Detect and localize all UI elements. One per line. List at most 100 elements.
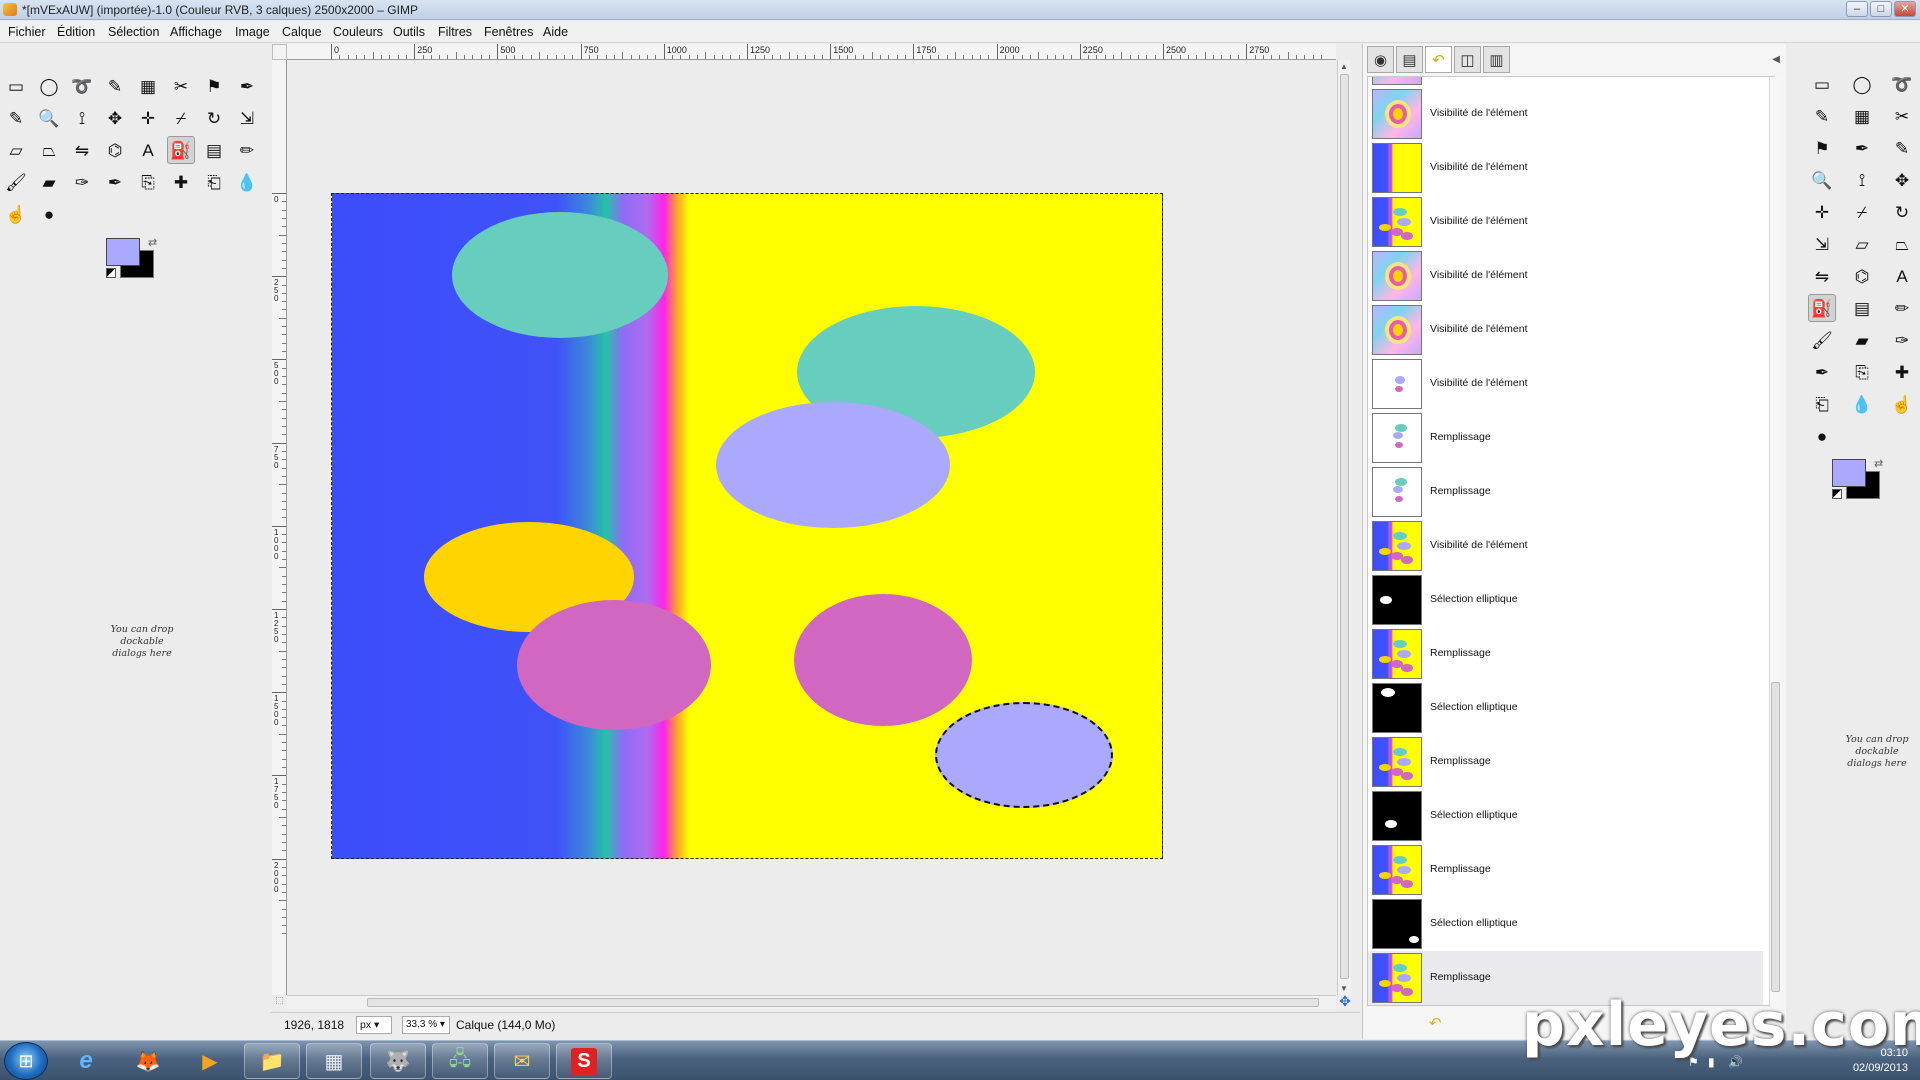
pink-ellipse-right[interactable] (794, 594, 972, 726)
rectangle-select-icon[interactable]: ▭ (1808, 70, 1836, 98)
pencil-icon[interactable]: ✏ (233, 136, 261, 164)
undo-scroll-thumb[interactable] (1771, 682, 1780, 992)
canvas-vertical-scrollbar[interactable]: ▲ ▼ (1337, 60, 1351, 995)
mail-app-icon[interactable]: ✉ (494, 1043, 550, 1079)
rotate-icon[interactable]: ↻ (200, 104, 228, 132)
foreground-select-icon[interactable]: ⚑ (1808, 134, 1836, 162)
undo-item[interactable]: Remplissage (1368, 411, 1763, 465)
undo-item[interactable]: Visibilité de l'élément (1368, 87, 1763, 141)
scale-icon[interactable]: ⇲ (1808, 230, 1836, 258)
perspective-icon[interactable]: ⏢ (1888, 230, 1916, 258)
minimize-button[interactable]: – (1846, 1, 1868, 17)
color-picker-icon[interactable]: ✎ (1888, 134, 1916, 162)
dodge-burn-icon[interactable]: ● (35, 200, 63, 228)
firefox-icon[interactable]: 🦊 (120, 1043, 176, 1079)
menu-item-2[interactable]: Sélection (108, 25, 159, 39)
zoom-selector[interactable]: 33,3 % ▾ (402, 1016, 450, 1034)
paths-tab-icon[interactable]: ▥ (1483, 46, 1510, 73)
cage-icon[interactable]: ⌬ (1848, 262, 1876, 290)
undo-item[interactable]: Remplissage (1368, 843, 1763, 897)
explorer-folder-icon[interactable]: 📁 (244, 1043, 300, 1079)
undo-history-list[interactable]: Visibilité de l'élément Visibilité de l'é… (1367, 76, 1775, 1006)
lavender-ellipse-selected[interactable] (935, 702, 1113, 808)
menu-item-5[interactable]: Calque (282, 25, 322, 39)
select-by-color-icon[interactable]: ▦ (1848, 102, 1876, 130)
zoom-icon[interactable]: 🔍 (35, 104, 63, 132)
media-player-icon[interactable]: ▶ (182, 1043, 238, 1079)
internet-explorer-icon[interactable]: e (58, 1043, 114, 1079)
swap-colors-icon[interactable]: ⇄ (148, 236, 157, 249)
undo-item[interactable]: Remplissage (1368, 735, 1763, 789)
network-app-icon[interactable]: 🖧 (432, 1043, 488, 1079)
right-default-colors-icon[interactable] (1832, 489, 1842, 499)
fuzzy-select-icon[interactable]: ✎ (101, 72, 129, 100)
menu-item-8[interactable]: Filtres (438, 25, 472, 39)
bucket-fill-icon[interactable]: ⛽ (1808, 294, 1836, 322)
scale-icon[interactable]: ⇲ (233, 104, 261, 132)
free-select-icon[interactable]: ➰ (68, 72, 96, 100)
menu-item-9[interactable]: Fenêtres (484, 25, 533, 39)
right-foreground-color-swatch[interactable] (1832, 459, 1866, 487)
vertical-scroll-thumb[interactable] (1340, 74, 1349, 979)
move-icon[interactable]: ✥ (101, 104, 129, 132)
menu-item-4[interactable]: Image (235, 25, 270, 39)
undo-icon[interactable]: ↶ (1429, 1014, 1442, 1032)
blur-icon[interactable]: 💧 (1848, 390, 1876, 418)
menu-item-10[interactable]: Aide (543, 25, 568, 39)
foreground-color-swatch[interactable] (106, 238, 140, 266)
paths-icon[interactable]: ✒ (233, 72, 261, 100)
unit-selector[interactable]: px ▾ (356, 1016, 392, 1034)
undo-item[interactable]: Remplissage (1368, 465, 1763, 519)
vertical-ruler[interactable]: 0 250 500 750 1000 1250 1500 1750 2000 (272, 60, 287, 995)
ink-icon[interactable]: ✒ (1808, 358, 1836, 386)
undo-item[interactable]: Visibilité de l'élément (1368, 519, 1763, 573)
teal-ellipse-top[interactable] (452, 212, 668, 338)
blend-icon[interactable]: ▤ (1848, 294, 1876, 322)
quick-mask-toggle-icon[interactable]: ⬚ (272, 995, 287, 1009)
canvas-area[interactable] (287, 60, 1336, 995)
horizontal-ruler[interactable]: 0 250 500 750 1000 1250 1500 1750 2000 2250 2500 27… (287, 44, 1336, 60)
free-select-icon[interactable]: ➰ (1888, 70, 1916, 98)
crop-icon[interactable]: ⌿ (167, 104, 195, 132)
fuzzy-select-icon[interactable]: ✎ (1808, 102, 1836, 130)
clone-icon[interactable]: ⎘ (134, 168, 162, 196)
flip-icon[interactable]: ⇋ (68, 136, 96, 164)
undo-item[interactable]: Sélection elliptique (1368, 897, 1763, 951)
blur-icon[interactable]: 💧 (233, 168, 261, 196)
scissors-select-icon[interactable]: ✂ (167, 72, 195, 100)
dodge-burn-icon[interactable]: ● (1808, 422, 1836, 450)
scissors-select-icon[interactable]: ✂ (1888, 102, 1916, 130)
undo-item[interactable]: Visibilité de l'élément (1368, 357, 1763, 411)
ellipse-select-icon[interactable]: ◯ (1848, 70, 1876, 98)
scroll-down-icon[interactable]: ▼ (1340, 984, 1348, 993)
paintbrush-icon[interactable]: 🖌 (1808, 326, 1836, 354)
menu-item-7[interactable]: Outils (393, 25, 425, 39)
lavender-ellipse-mid[interactable] (716, 402, 950, 528)
ink-icon[interactable]: ✒ (101, 168, 129, 196)
undo-item[interactable]: Visibilité de l'élément (1368, 249, 1763, 303)
airbrush-icon[interactable]: ✑ (1888, 326, 1916, 354)
undo-item[interactable]: Remplissage (1368, 627, 1763, 681)
perspective-icon[interactable]: ⏢ (35, 136, 63, 164)
rotate-icon[interactable]: ↻ (1888, 198, 1916, 226)
menu-item-3[interactable]: Affichage (170, 25, 222, 39)
text-icon[interactable]: A (134, 136, 162, 164)
rectangle-select-icon[interactable]: ▭ (2, 72, 30, 100)
heal-icon[interactable]: ✚ (1888, 358, 1916, 386)
smudge-icon[interactable]: ☝ (2, 200, 30, 228)
ellipse-select-icon[interactable]: ◯ (35, 72, 63, 100)
eraser-icon[interactable]: ▰ (1848, 326, 1876, 354)
foreground-select-icon[interactable]: ⚑ (200, 72, 228, 100)
gimp-icon[interactable]: 🐺 (370, 1043, 426, 1079)
image-canvas[interactable] (331, 193, 1163, 859)
crop-icon[interactable]: ⌿ (1848, 198, 1876, 226)
color-picker-icon[interactable]: ✎ (2, 104, 30, 132)
blend-icon[interactable]: ▤ (200, 136, 228, 164)
paths-icon[interactable]: ✒ (1848, 134, 1876, 162)
pencil-icon[interactable]: ✏ (1888, 294, 1916, 322)
layers-icon[interactable]: ▤ (1396, 46, 1423, 73)
maximize-button[interactable]: □ (1870, 1, 1892, 17)
undo-item[interactable]: Sélection elliptique (1368, 573, 1763, 627)
ruler-corner[interactable] (272, 44, 287, 60)
menu-item-6[interactable]: Couleurs (333, 25, 383, 39)
